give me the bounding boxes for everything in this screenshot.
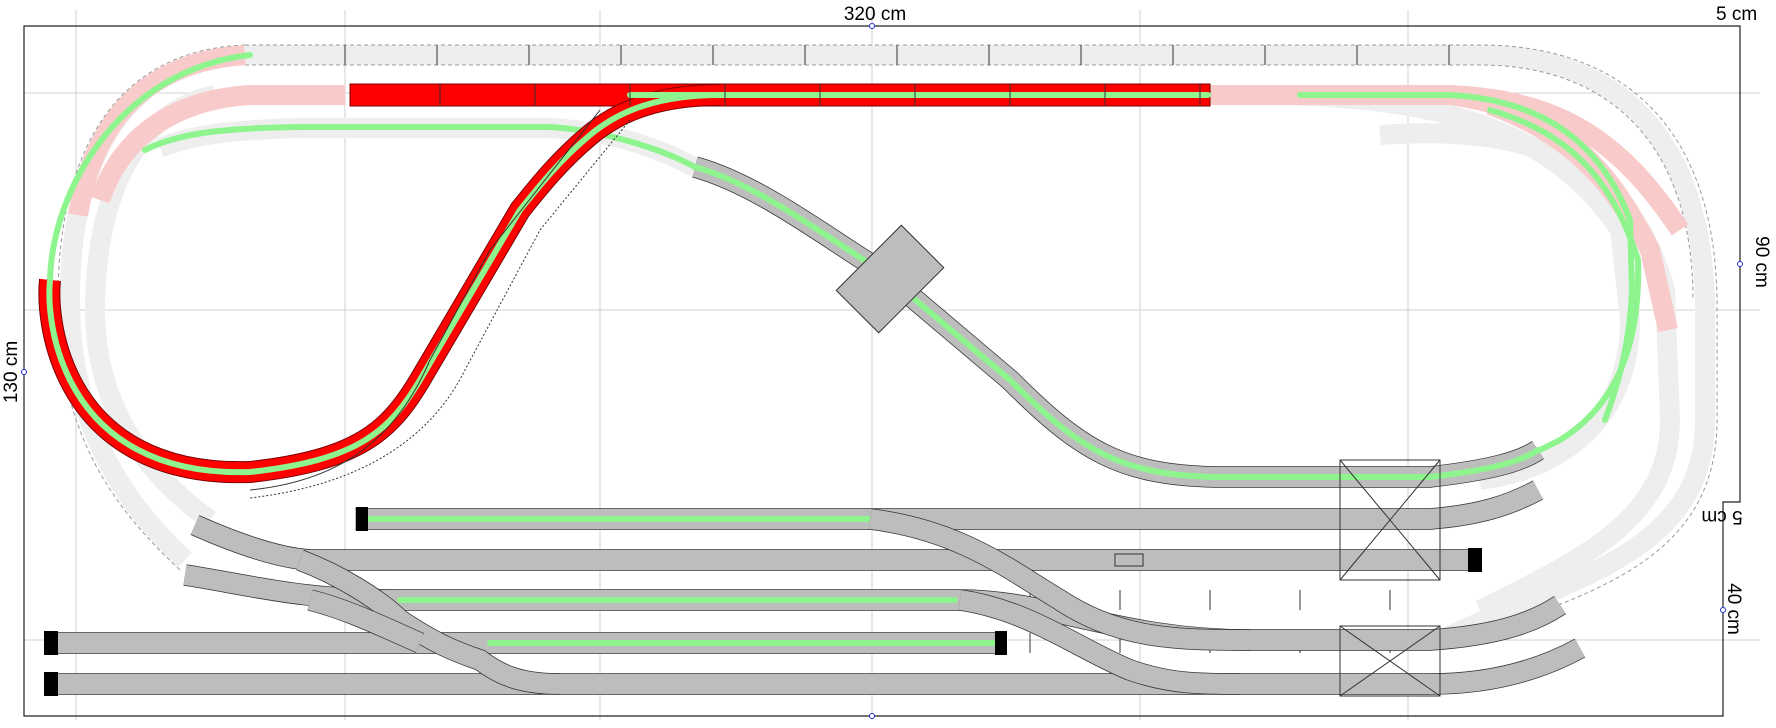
bridge-truss (249, 109, 631, 499)
dimension-handle[interactable] (1737, 261, 1743, 267)
buffer-stop (356, 507, 368, 531)
buffer-stop (1468, 548, 1482, 572)
dimension-handle[interactable] (21, 369, 27, 375)
right-height-dimension-label: 90 cm (1751, 236, 1772, 288)
right-return-curve (1297, 92, 1642, 453)
right-small-dimension-label: 5 cm (1701, 506, 1742, 527)
level-crossings[interactable] (1339, 459, 1441, 697)
station-yard[interactable] (44, 480, 1586, 696)
upper-connecting-track (142, 118, 1544, 488)
buffer-stop (995, 631, 1007, 655)
dimension-handle[interactable] (869, 713, 875, 719)
width-dimension-label: 320 cm (844, 4, 906, 25)
buffer-stop (44, 631, 58, 655)
top-right-dimension-label: 5 cm (1716, 4, 1757, 25)
left-height-dimension-label: 130 cm (1, 341, 22, 403)
buffer-stop (44, 672, 58, 696)
track-plan-diagram: 320 cm 5 cm 90 cm 5 cm 40 cm 130 cm (1, 4, 1772, 720)
right-bottom-dimension-label: 40 cm (1723, 583, 1744, 635)
